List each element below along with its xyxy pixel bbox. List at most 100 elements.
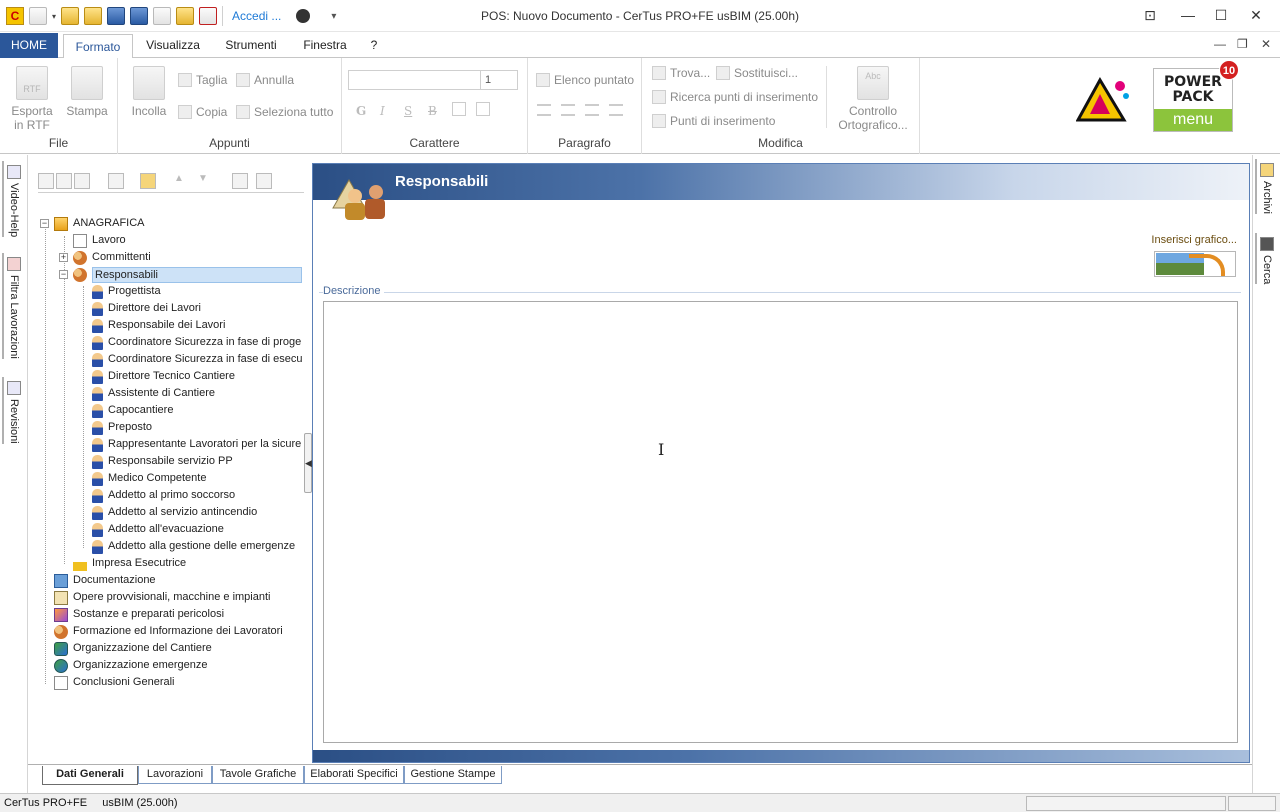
export-rtf-button[interactable]: RTF Esporta in RTF — [6, 66, 58, 132]
ricerca-punti-button[interactable]: Ricerca punti di inserimento — [652, 90, 818, 104]
trova-button[interactable]: Trova... — [652, 66, 710, 80]
annulla-button[interactable]: Annulla — [236, 73, 294, 87]
tree-item-sostanze[interactable]: Sostanze e preparati pericolosi — [54, 606, 224, 623]
sidebar-tab-revisioni[interactable]: Revisioni — [2, 377, 24, 444]
accedi-link[interactable]: Accedi ... — [232, 9, 281, 23]
copy-files-icon[interactable] — [176, 7, 195, 25]
sidebar-tab-archivi[interactable]: Archivi — [1255, 159, 1277, 215]
tree-item-responsabile-role[interactable]: Addetto al servizio antincendio — [92, 504, 257, 521]
tree-item-responsabile-role[interactable]: Medico Competente — [92, 470, 206, 487]
mdi-minimize-button[interactable]: — — [1214, 37, 1226, 51]
app-logo-icon[interactable]: C — [6, 7, 24, 25]
tree-item-responsabile-role[interactable]: Progettista — [92, 283, 161, 300]
tree-item-lavoro[interactable]: Lavoro — [73, 232, 126, 249]
tab-dati-generali[interactable]: Dati Generali — [42, 766, 138, 785]
sidebar-tab-filtra-lavorazioni[interactable]: Filtra Lavorazioni — [2, 253, 24, 359]
tree-item-responsabile-role[interactable]: Direttore Tecnico Cantiere — [92, 368, 235, 385]
pdf-icon[interactable] — [199, 7, 218, 25]
save-icon[interactable] — [107, 7, 126, 25]
insert-image-button[interactable] — [1154, 251, 1236, 277]
seleziona-tutto-button[interactable]: Seleziona tutto — [236, 105, 333, 119]
underline-button[interactable]: S — [404, 104, 412, 118]
tree-item-responsabile-role[interactable]: Coordinatore Sicurezza in fase di proge — [92, 334, 301, 351]
tree-item-organizzazione-emergenze[interactable]: Organizzazione emergenze — [54, 657, 208, 674]
tree-item-formazione[interactable]: Formazione ed Informazione dei Lavorator… — [54, 623, 283, 640]
incolla-button[interactable]: Incolla — [126, 66, 172, 118]
tree-item-responsabile-role[interactable]: Coordinatore Sicurezza in fase di esecu — [92, 351, 302, 368]
tree-item-responsabile-role[interactable]: Addetto all'evacuazione — [92, 521, 224, 538]
tree-item-anagrafica[interactable]: ANAGRAFICA — [54, 215, 145, 232]
tree-item-responsabili[interactable]: Responsabili — [73, 266, 302, 283]
move-down-icon[interactable]: ▼ — [198, 173, 214, 189]
clear-format-icon[interactable] — [476, 102, 490, 116]
archive-copy-icon[interactable] — [140, 173, 156, 189]
tree-item-responsabile-role[interactable]: Direttore dei Lavori — [92, 300, 201, 317]
tab-elaborati-specifici[interactable]: Elaborati Specifici — [304, 766, 404, 784]
align-center-icon[interactable] — [561, 104, 575, 116]
inserisci-grafico-link[interactable]: Inserisci grafico... — [1151, 234, 1237, 246]
controllo-ortografico-button[interactable]: Abc Controllo Ortografico... — [832, 66, 914, 132]
italic-button[interactable]: I — [380, 104, 385, 118]
tree-item-committenti[interactable]: Committenti — [73, 249, 151, 266]
save-as-icon[interactable] — [130, 7, 149, 25]
new-document-icon[interactable] — [29, 7, 47, 25]
align-left-icon[interactable] — [537, 104, 551, 116]
copia-button[interactable]: Copia — [178, 105, 227, 119]
tree-item-responsabile-role[interactable]: Rappresentante Lavoratori per la sicure — [92, 436, 301, 453]
sostituisci-button[interactable]: Sostituisci... — [716, 66, 798, 80]
tab-visualizza[interactable]: Visualizza — [140, 33, 206, 58]
strikethrough-button[interactable]: B — [428, 104, 437, 118]
elenco-puntato-button[interactable]: Elenco puntato — [536, 73, 634, 87]
tree-item-organizzazione-cantiere[interactable]: Organizzazione del Cantiere — [54, 640, 212, 657]
tree-item-opere-provvisionali[interactable]: Opere provvisionali, macchine e impianti — [54, 589, 270, 606]
print-icon[interactable] — [153, 7, 172, 25]
tree-item-responsabile-role[interactable]: Capocantiere — [92, 402, 173, 419]
collapse-all-icon[interactable] — [256, 173, 272, 189]
tab-formato[interactable]: Formato — [63, 34, 133, 59]
move-up-icon[interactable]: ▲ — [174, 173, 190, 189]
descrizione-textarea[interactable]: I — [323, 301, 1238, 743]
new-dropdown-icon[interactable]: ▾ — [52, 12, 56, 21]
align-right-icon[interactable] — [585, 104, 599, 116]
tree-collapse-toggle[interactable]: − — [59, 270, 68, 279]
tree-item-impresa-esecutrice[interactable]: Impresa Esecutrice — [73, 555, 186, 572]
delete-node-icon[interactable] — [74, 173, 90, 189]
add-node-icon[interactable] — [38, 173, 54, 189]
user-icon[interactable] — [296, 9, 311, 23]
tree-item-documentazione[interactable]: Documentazione — [54, 572, 156, 589]
tree-item-responsabile-role[interactable]: Addetto alla gestione delle emergenze — [92, 538, 295, 555]
restore-window-icon[interactable]: ⊡ — [1139, 5, 1161, 25]
tab-finestra[interactable]: Finestra — [296, 33, 354, 58]
bold-button[interactable]: G — [356, 104, 366, 118]
panel-splitter-handle[interactable]: ◀ — [304, 433, 312, 493]
expand-all-icon[interactable] — [232, 173, 248, 189]
tab-lavorazioni[interactable]: Lavorazioni — [138, 766, 212, 784]
mdi-restore-button[interactable]: ❐ — [1237, 37, 1248, 51]
import-icon[interactable] — [108, 173, 124, 189]
qat-customize-icon[interactable]: ▾ — [331, 11, 336, 22]
tree-collapse-toggle[interactable]: − — [40, 219, 49, 228]
align-justify-icon[interactable] — [609, 104, 623, 116]
stampa-button[interactable]: Stampa — [62, 66, 112, 118]
tab-home[interactable]: HOME — [0, 33, 58, 58]
taglia-button[interactable]: Taglia — [178, 73, 227, 87]
tab-gestione-stampe[interactable]: Gestione Stampe — [404, 766, 502, 784]
minimize-button[interactable]: — — [1177, 5, 1199, 25]
sidebar-tab-video-help[interactable]: Video-Help — [2, 161, 24, 238]
tree-expand-toggle[interactable]: + — [59, 253, 68, 262]
mdi-close-button[interactable]: ✕ — [1261, 37, 1271, 51]
close-button[interactable]: ✕ — [1245, 5, 1267, 25]
open-recent-icon[interactable] — [84, 7, 103, 25]
punti-inserimento-button[interactable]: Punti di inserimento — [652, 114, 775, 128]
tree-item-conclusioni[interactable]: Conclusioni Generali — [54, 674, 175, 691]
maximize-button[interactable]: ☐ — [1210, 5, 1232, 25]
tab-tavole-grafiche[interactable]: Tavole Grafiche — [212, 766, 304, 784]
sidebar-tab-cerca[interactable]: Cerca — [1255, 233, 1277, 285]
tree-item-responsabile-role[interactable]: Responsabile servizio PP — [92, 453, 233, 470]
tree-item-responsabile-role[interactable]: Assistente di Cantiere — [92, 385, 215, 402]
superscript-icon[interactable] — [452, 102, 466, 116]
tree-item-responsabile-role[interactable]: Preposto — [92, 419, 152, 436]
tree-item-responsabile-role[interactable]: Responsabile dei Lavori — [92, 317, 225, 334]
powerpack-menu-button[interactable]: POWER PACK menu — [1153, 68, 1233, 132]
open-folder-icon[interactable] — [61, 7, 80, 25]
